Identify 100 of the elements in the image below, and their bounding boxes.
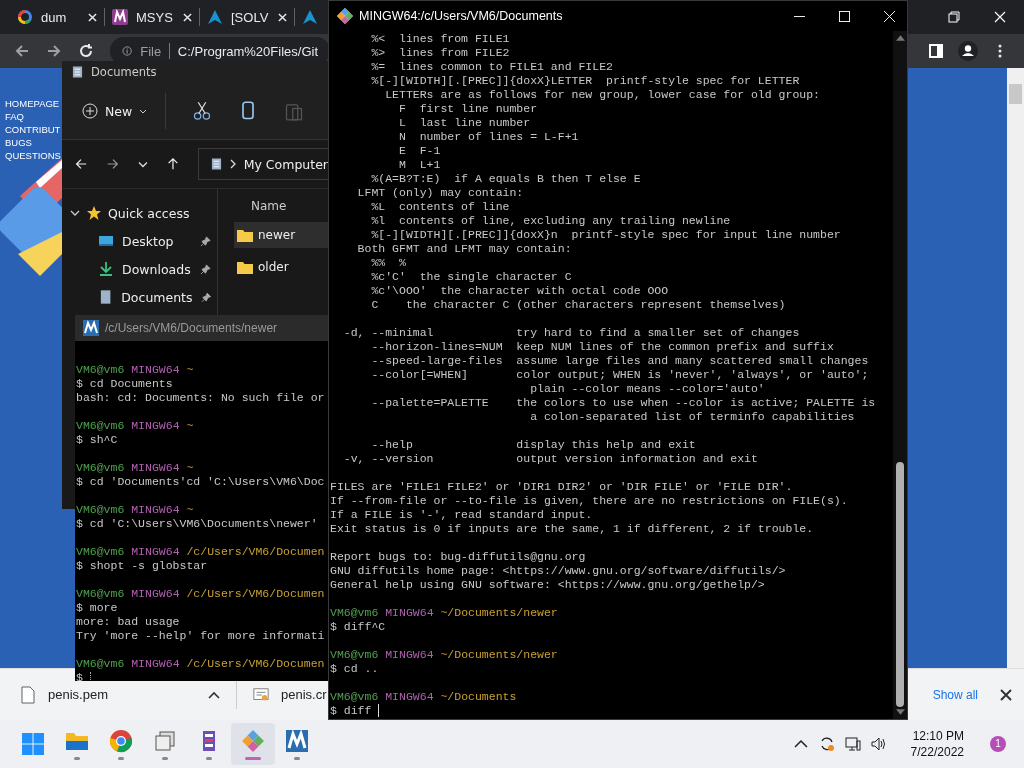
back-icon[interactable] [74,157,88,171]
page-link[interactable]: FAQ [5,111,24,123]
scrollbar[interactable] [893,31,907,719]
running-indicator [118,756,124,760]
download-name[interactable]: penis.cr [281,687,327,702]
back-icon[interactable] [14,43,30,59]
clock-date[interactable]: 7/22/2022 [910,744,964,760]
terminal-line: LETTERs are as follows for new group, lower case for old group: [384,88,821,102]
nav-item[interactable]: Quick access [62,199,217,227]
monitor-icon [98,233,114,249]
prompt-line: VM6@vm6 MINGW64 ~/Documents/newer [330,606,559,620]
terminal-line: %< lines from FILE1 [370,32,511,46]
windows-icon [21,732,45,756]
nav-item[interactable]: Documents [62,283,217,311]
terminal-line: --color[=WHEN] color output; WHEN is 'never', 'always', or 'auto'; [370,368,870,382]
scrollbar[interactable] [1007,68,1024,668]
terminal-line: E F-1 [398,144,442,158]
prompt-line: VM6@vm6 MINGW64 ~/Documents/newer [330,648,559,662]
terminal-line: %c'C' the single character C [370,270,573,284]
close-icon[interactable] [1000,688,1012,701]
side-panel-icon[interactable] [928,43,944,59]
terminal-line: $ shopt -s globstar [76,559,209,573]
app-logo-icon [112,9,128,25]
terminal-line: %L contents of line [370,200,511,214]
download-name[interactable]: penis.pem [48,687,108,702]
reload-icon[interactable] [78,43,94,59]
terminal-line: $ more [76,601,119,615]
command-line[interactable]: $ [76,671,90,681]
new-button[interactable]: New [78,99,152,123]
terminal-line: a colon-separated list of terminfo capabilities [529,410,856,424]
page-link[interactable]: QUESTIONS [5,150,61,162]
terminal-line: If a FILE is '-', read standard input. [330,508,594,522]
terminal-line: -v, --version output version information and exit [342,452,759,466]
download-icon [98,261,114,277]
restore-icon[interactable] [948,11,960,23]
info-icon [122,43,133,59]
page-link[interactable]: HOMEPAGE [5,98,60,110]
scroll-down-icon[interactable] [895,709,905,715]
folder-icon [237,228,253,242]
url-text: C:/Program%20Files/Git [177,43,318,59]
terminal-line: more: bad usage [76,615,181,629]
scissors-icon[interactable] [192,101,213,121]
terminal-line: --help display this help and exit [370,438,697,452]
up-icon[interactable] [165,157,180,171]
page-link[interactable]: BUGS [5,137,32,149]
notification-badge[interactable]: 1 [990,736,1006,752]
terminal-line: %c'\OOO' the character with octal code OOO [370,284,670,298]
terminal-line: Both GFMT and LFMT may contain: [356,242,573,256]
terminal-line: %[-][WIDTH][.[PREC]]{doxX}LETTER printf-style spec for LETTER [370,74,801,88]
volume-icon[interactable] [870,736,887,752]
chevron-down-icon[interactable] [137,160,148,168]
terminal-line: N number of lines = L-F+1 [398,130,580,144]
nav-item[interactable]: Desktop [62,227,217,255]
prompt-line: VM6@vm6 MINGW64 /c/Users/VM6/Documen [76,587,326,601]
file-row[interactable]: older [234,254,328,280]
prompt-line: VM6@vm6 MINGW64 ~ [76,419,195,433]
running-indicator [294,756,300,760]
folder-icon [237,260,253,274]
breadcrumb-bar[interactable]: My Computer [197,148,328,180]
page-link[interactable]: CONTRIBUT [5,124,61,136]
app-logo-icon [83,320,99,336]
tab-title[interactable]: MSYS [136,9,175,25]
command-line[interactable]: $ diff [330,704,379,717]
taskbar-app[interactable] [231,723,275,765]
chevron-right-icon [229,159,236,169]
prompt-line: VM6@vm6 MINGW64 /c/Users/VM6/Documen [76,545,326,559]
forward-icon[interactable] [105,157,120,171]
terminal-line: -d, --minimal try hard to find a smaller set of changes [342,326,801,340]
ring-logo-icon [17,9,33,25]
scroll-thumb[interactable] [1009,84,1022,104]
terminal-line: $ cd 'Documents'cd 'C:\Users\VM6\Doc [76,475,326,489]
column-header[interactable]: Name [218,193,328,219]
prompt-line: VM6@vm6 MINGW64 ~ [76,461,195,475]
terminal-line: Report bugs to: bug-diffutils@gnu.org [330,550,587,564]
terminal-line: %l contents of line, excluding any trailing newline [370,214,732,228]
chevron-icon[interactable] [70,208,80,218]
forward-icon[interactable] [46,43,62,59]
overlapping-windows-icon [153,728,177,753]
profile-icon[interactable] [958,41,978,61]
running-indicator [162,756,168,760]
terminal-line: %> lines from FILE2 [370,46,511,60]
scroll-thumb[interactable] [896,462,904,707]
file-row[interactable]: newer [234,222,328,248]
show-all-button[interactable]: Show all [924,683,986,706]
clock-time[interactable]: 12:10 PM [912,728,964,744]
terminal-line: --horizon-lines=NUM keep NUM lines of the common prefix and suffix [370,340,835,354]
terminal-line: --palette=PALETTE the colors to use when --color is active; PALETTE is [370,396,877,410]
network-icon[interactable] [844,736,861,752]
breadcrumb-item[interactable]: My Computer [243,156,328,172]
nav-item[interactable]: Downloads [62,255,217,283]
tab-title[interactable]: dum [41,9,80,25]
terminal-line: FILES are 'FILE1 FILE2' or 'DIR1 DIR2' or 'DIR FILE' or 'FILE DIR'. [330,480,794,494]
file-icon [20,685,36,704]
window-title: Documents [91,65,157,79]
window-title: /c/Users/VM6/Documents/newer [105,321,278,335]
caret-icon[interactable] [208,690,220,699]
document-icon [72,65,83,79]
tab-title[interactable]: [SOLV [231,9,270,25]
running-indicator [245,756,261,760]
maximize-icon[interactable] [839,10,850,22]
